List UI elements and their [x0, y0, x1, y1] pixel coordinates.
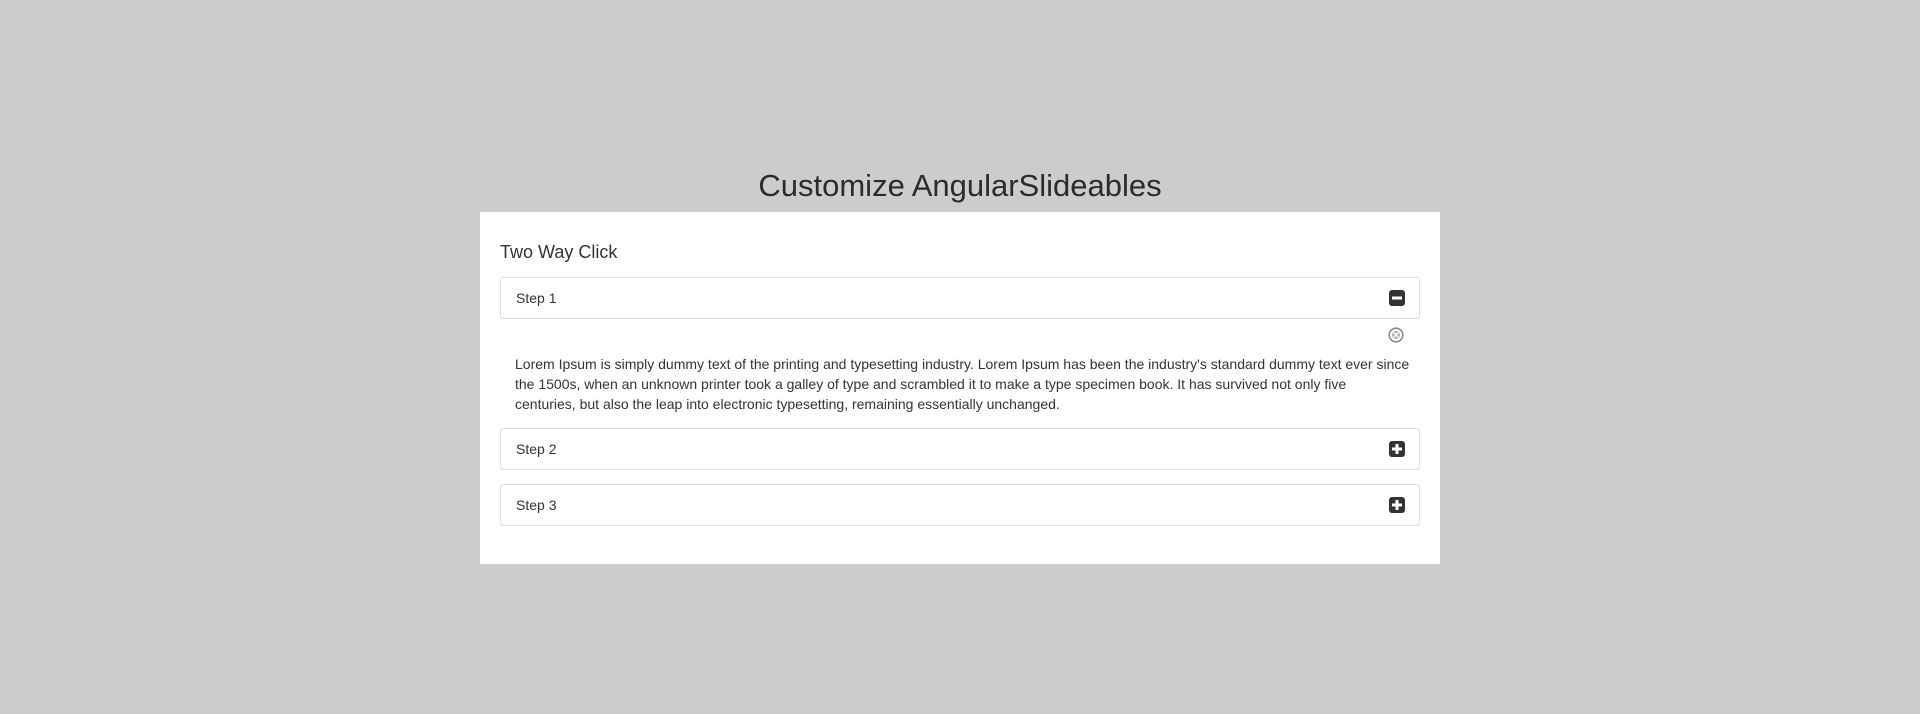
step-2-header[interactable]: Step 2	[500, 428, 1420, 470]
step-2-label: Step 2	[516, 441, 557, 457]
close-circle-icon[interactable]	[1388, 327, 1404, 343]
page-title: Customize AngularSlideables	[758, 168, 1162, 203]
step-1-label: Step 1	[516, 290, 557, 306]
step-1-header[interactable]: Step 1	[500, 277, 1420, 319]
slideables-panel: Two Way Click Step 1 Lorem Ipsum is simp…	[480, 212, 1440, 564]
step-3-header[interactable]: Step 3	[500, 484, 1420, 526]
plus-square-icon[interactable]	[1389, 497, 1405, 513]
minus-square-icon[interactable]	[1389, 290, 1405, 306]
step-1-content: Lorem Ipsum is simply dummy text of the …	[515, 356, 1410, 412]
plus-square-icon[interactable]	[1389, 441, 1405, 457]
section-title: Two Way Click	[500, 242, 618, 262]
step-3-label: Step 3	[516, 497, 557, 513]
